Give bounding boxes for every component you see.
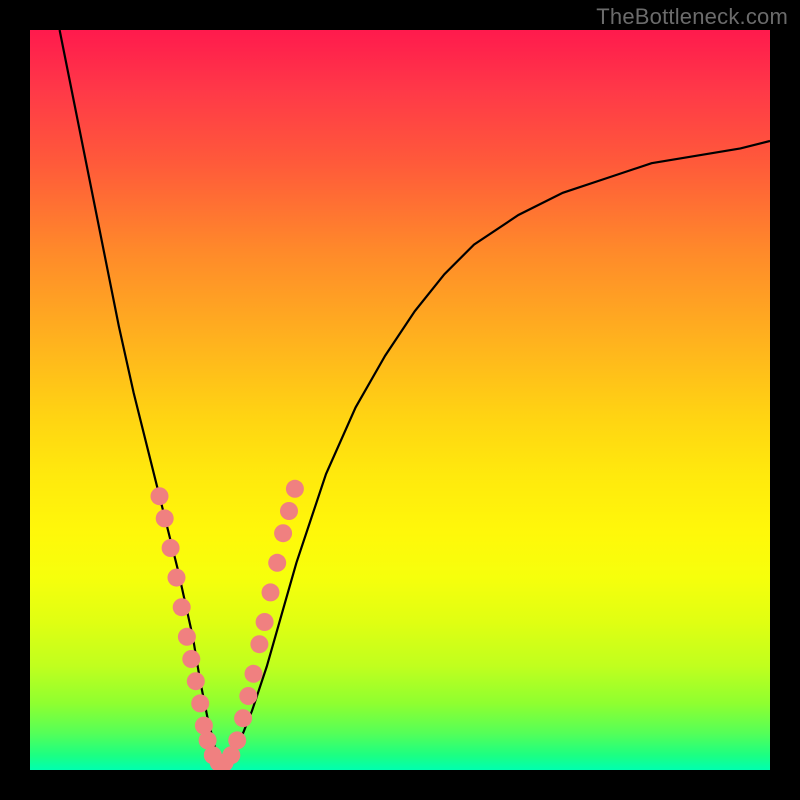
dot: [156, 509, 174, 527]
dot: [256, 613, 274, 631]
dot: [245, 665, 263, 683]
dot: [173, 598, 191, 616]
dot: [168, 569, 186, 587]
dot: [239, 687, 257, 705]
dot: [162, 539, 180, 557]
dot: [262, 583, 280, 601]
dot: [274, 524, 292, 542]
dot: [178, 628, 196, 646]
plot-area: [30, 30, 770, 770]
dot: [182, 650, 200, 668]
bottleneck-curve: [60, 30, 770, 763]
chart-stage: TheBottleneck.com: [0, 0, 800, 800]
dot: [234, 709, 252, 727]
plot-svg: [30, 30, 770, 770]
dot: [280, 502, 298, 520]
dot: [228, 731, 246, 749]
watermark-text: TheBottleneck.com: [596, 4, 788, 30]
dot: [187, 672, 205, 690]
dot: [286, 480, 304, 498]
dot: [151, 487, 169, 505]
dot: [250, 635, 268, 653]
dot: [268, 554, 286, 572]
dot-cluster: [151, 480, 304, 770]
dot: [191, 694, 209, 712]
